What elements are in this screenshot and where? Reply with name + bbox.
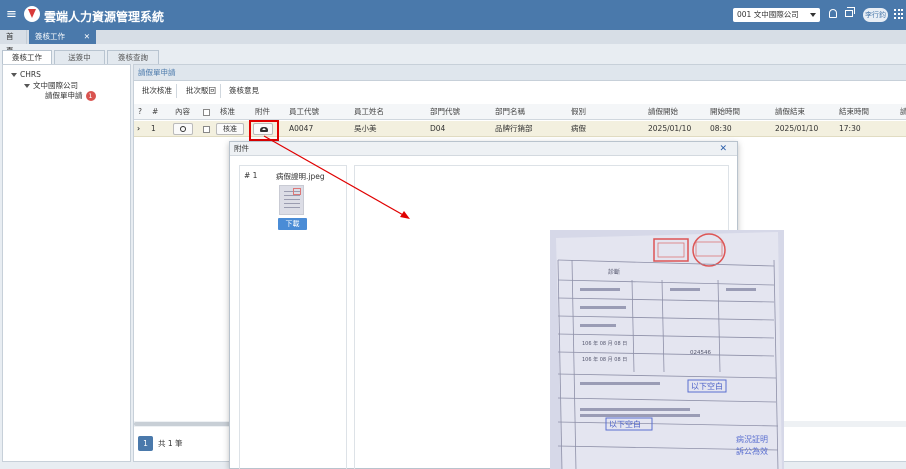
modal-title: 附件 xyxy=(234,144,249,153)
chevron-down-icon xyxy=(11,73,17,77)
page-total: 共 1 筆 xyxy=(158,439,183,448)
attachment-modal: 附件 ✕ # 1 病假證明.jpeg 下載 診斷 106 年 08 月 08 日… xyxy=(229,141,784,469)
top-tab-bar: 首頁 簽核工作 ✕ xyxy=(0,30,906,55)
close-icon[interactable]: ✕ xyxy=(719,142,727,156)
col-start-time: 開始時間 xyxy=(710,107,740,116)
chevron-down-icon xyxy=(810,13,816,17)
chevron-down-icon xyxy=(24,84,30,88)
row-dept-name: 品牌行銷部 xyxy=(495,124,533,133)
file-thumbnail[interactable] xyxy=(279,185,304,215)
file-number: # 1 xyxy=(244,171,258,180)
download-button[interactable]: 下載 xyxy=(278,218,307,230)
sign-opinion-button[interactable]: 簽核意見 xyxy=(225,84,263,98)
col-dept-id: 部門代號 xyxy=(430,107,460,116)
tab-home[interactable]: 首頁 xyxy=(0,30,27,55)
page-button[interactable]: 1 xyxy=(138,436,153,451)
doc-footer-text: 病況証明 xyxy=(736,434,768,444)
subtab-sending[interactable]: 送簽中 xyxy=(54,50,105,64)
col-end-date: 請假結束 xyxy=(775,107,805,116)
subtab-query[interactable]: 簽核查詢 xyxy=(107,50,159,64)
tree-node-root-label: CHRS xyxy=(20,70,41,79)
count-badge: 1 xyxy=(85,91,96,101)
menu-icon[interactable]: ≡ xyxy=(6,8,17,21)
row-dept-id: D04 xyxy=(430,124,446,133)
help-icon[interactable]: ? xyxy=(138,104,142,120)
row-start-time: 08:30 xyxy=(710,124,732,133)
batch-reject-button[interactable]: 批次駁回 xyxy=(182,84,221,98)
col-start-date: 請假開始 xyxy=(648,107,678,116)
row-start-date: 2025/01/10 xyxy=(648,124,692,133)
col-end-time: 結束時間 xyxy=(839,107,869,116)
search-icon xyxy=(180,126,186,132)
col-more: 請 xyxy=(900,107,906,116)
app-header: ≡ 雲端人力資源管理系統 001 文中國際公司 李行鈞 xyxy=(0,0,906,30)
doc-form-title: 診斷 xyxy=(608,268,620,276)
company-select-value: 001 文中國際公司 xyxy=(737,10,799,19)
close-icon[interactable]: ✕ xyxy=(84,30,90,44)
modal-header: 附件 ✕ xyxy=(230,142,737,156)
tree-node-leave-label: 請假單申請 xyxy=(45,91,83,100)
doc-date-row-1: 106 年 08 月 08 日 xyxy=(582,340,627,347)
preview-pane: 診斷 106 年 08 月 08 日 106 年 08 月 08 日 02454… xyxy=(354,165,784,469)
col-content: 內容 xyxy=(175,107,190,116)
row-leave-type: 病假 xyxy=(571,124,586,133)
document-image: 診斷 106 年 08 月 08 日 106 年 08 月 08 日 02454… xyxy=(550,230,784,469)
row-num: 1 xyxy=(151,124,156,133)
tree-node-root[interactable]: CHRS xyxy=(11,70,41,79)
panel-title: 請假單申請 xyxy=(134,65,906,81)
tree-node-company-label: 文中國際公司 xyxy=(33,81,78,90)
approve-button[interactable]: 核准 xyxy=(216,123,244,135)
logo-icon xyxy=(24,6,40,22)
subtab-sign-work[interactable]: 簽核工作 xyxy=(2,50,52,64)
row-emp-id: A0047 xyxy=(289,124,314,133)
col-emp-id: 員工代號 xyxy=(289,107,319,116)
col-approve: 核准 xyxy=(220,107,235,116)
tab-sign-work[interactable]: 簽核工作 ✕ xyxy=(29,30,96,44)
select-all-checkbox[interactable] xyxy=(203,104,210,120)
medical-certificate-image: 診斷 106 年 08 月 08 日 106 年 08 月 08 日 02454… xyxy=(550,230,784,469)
col-attachment: 附件 xyxy=(255,107,270,116)
row-expand-icon[interactable]: › xyxy=(137,121,140,137)
doc-serial: 024546 xyxy=(690,350,711,356)
tree-node-leave-request[interactable]: 請假單申請 1 xyxy=(45,90,96,101)
view-content-button[interactable] xyxy=(173,123,193,135)
doc-date-row-2: 106 年 08 月 08 日 xyxy=(582,356,627,363)
file-list: # 1 病假證明.jpeg 下載 xyxy=(239,165,347,469)
col-emp-name: 員工姓名 xyxy=(354,107,384,116)
doc-footer-text-2: 訴公為效 xyxy=(736,446,768,456)
row-checkbox[interactable] xyxy=(203,121,210,137)
app-title: 雲端人力資源管理系統 xyxy=(44,10,165,24)
window-icon[interactable] xyxy=(845,7,855,17)
doc-stamp-blank-2: 以下空白 xyxy=(609,419,641,429)
tree-panel: CHRS 文中國際公司 請假單申請 1 xyxy=(2,64,131,462)
row-end-date: 2025/01/10 xyxy=(775,124,819,133)
grid-header: ? # 內容 核准 附件 員工代號 員工姓名 部門代號 部門名稱 假別 請假開始… xyxy=(134,104,906,120)
row-emp-name: 吳小美 xyxy=(354,124,377,133)
batch-approve-button[interactable]: 批次核准 xyxy=(138,84,177,98)
file-name[interactable]: 病假證明.jpeg xyxy=(276,171,325,182)
sub-tab-bar: 簽核工作 送簽中 簽核查詢 xyxy=(0,50,906,64)
col-dept-name: 部門名稱 xyxy=(495,107,525,116)
col-num: # xyxy=(152,107,159,116)
attachment-highlight-box xyxy=(249,120,279,141)
user-badge[interactable]: 李行鈞 xyxy=(863,8,888,22)
company-select[interactable]: 001 文中國際公司 xyxy=(733,8,820,22)
col-leave-type: 假別 xyxy=(571,107,586,116)
doc-stamp-blank: 以下空白 xyxy=(691,381,723,391)
apps-grid-icon[interactable] xyxy=(894,9,904,19)
row-end-time: 17:30 xyxy=(839,124,861,133)
bell-icon[interactable] xyxy=(829,9,837,18)
tab-sign-work-label: 簽核工作 xyxy=(35,32,65,41)
